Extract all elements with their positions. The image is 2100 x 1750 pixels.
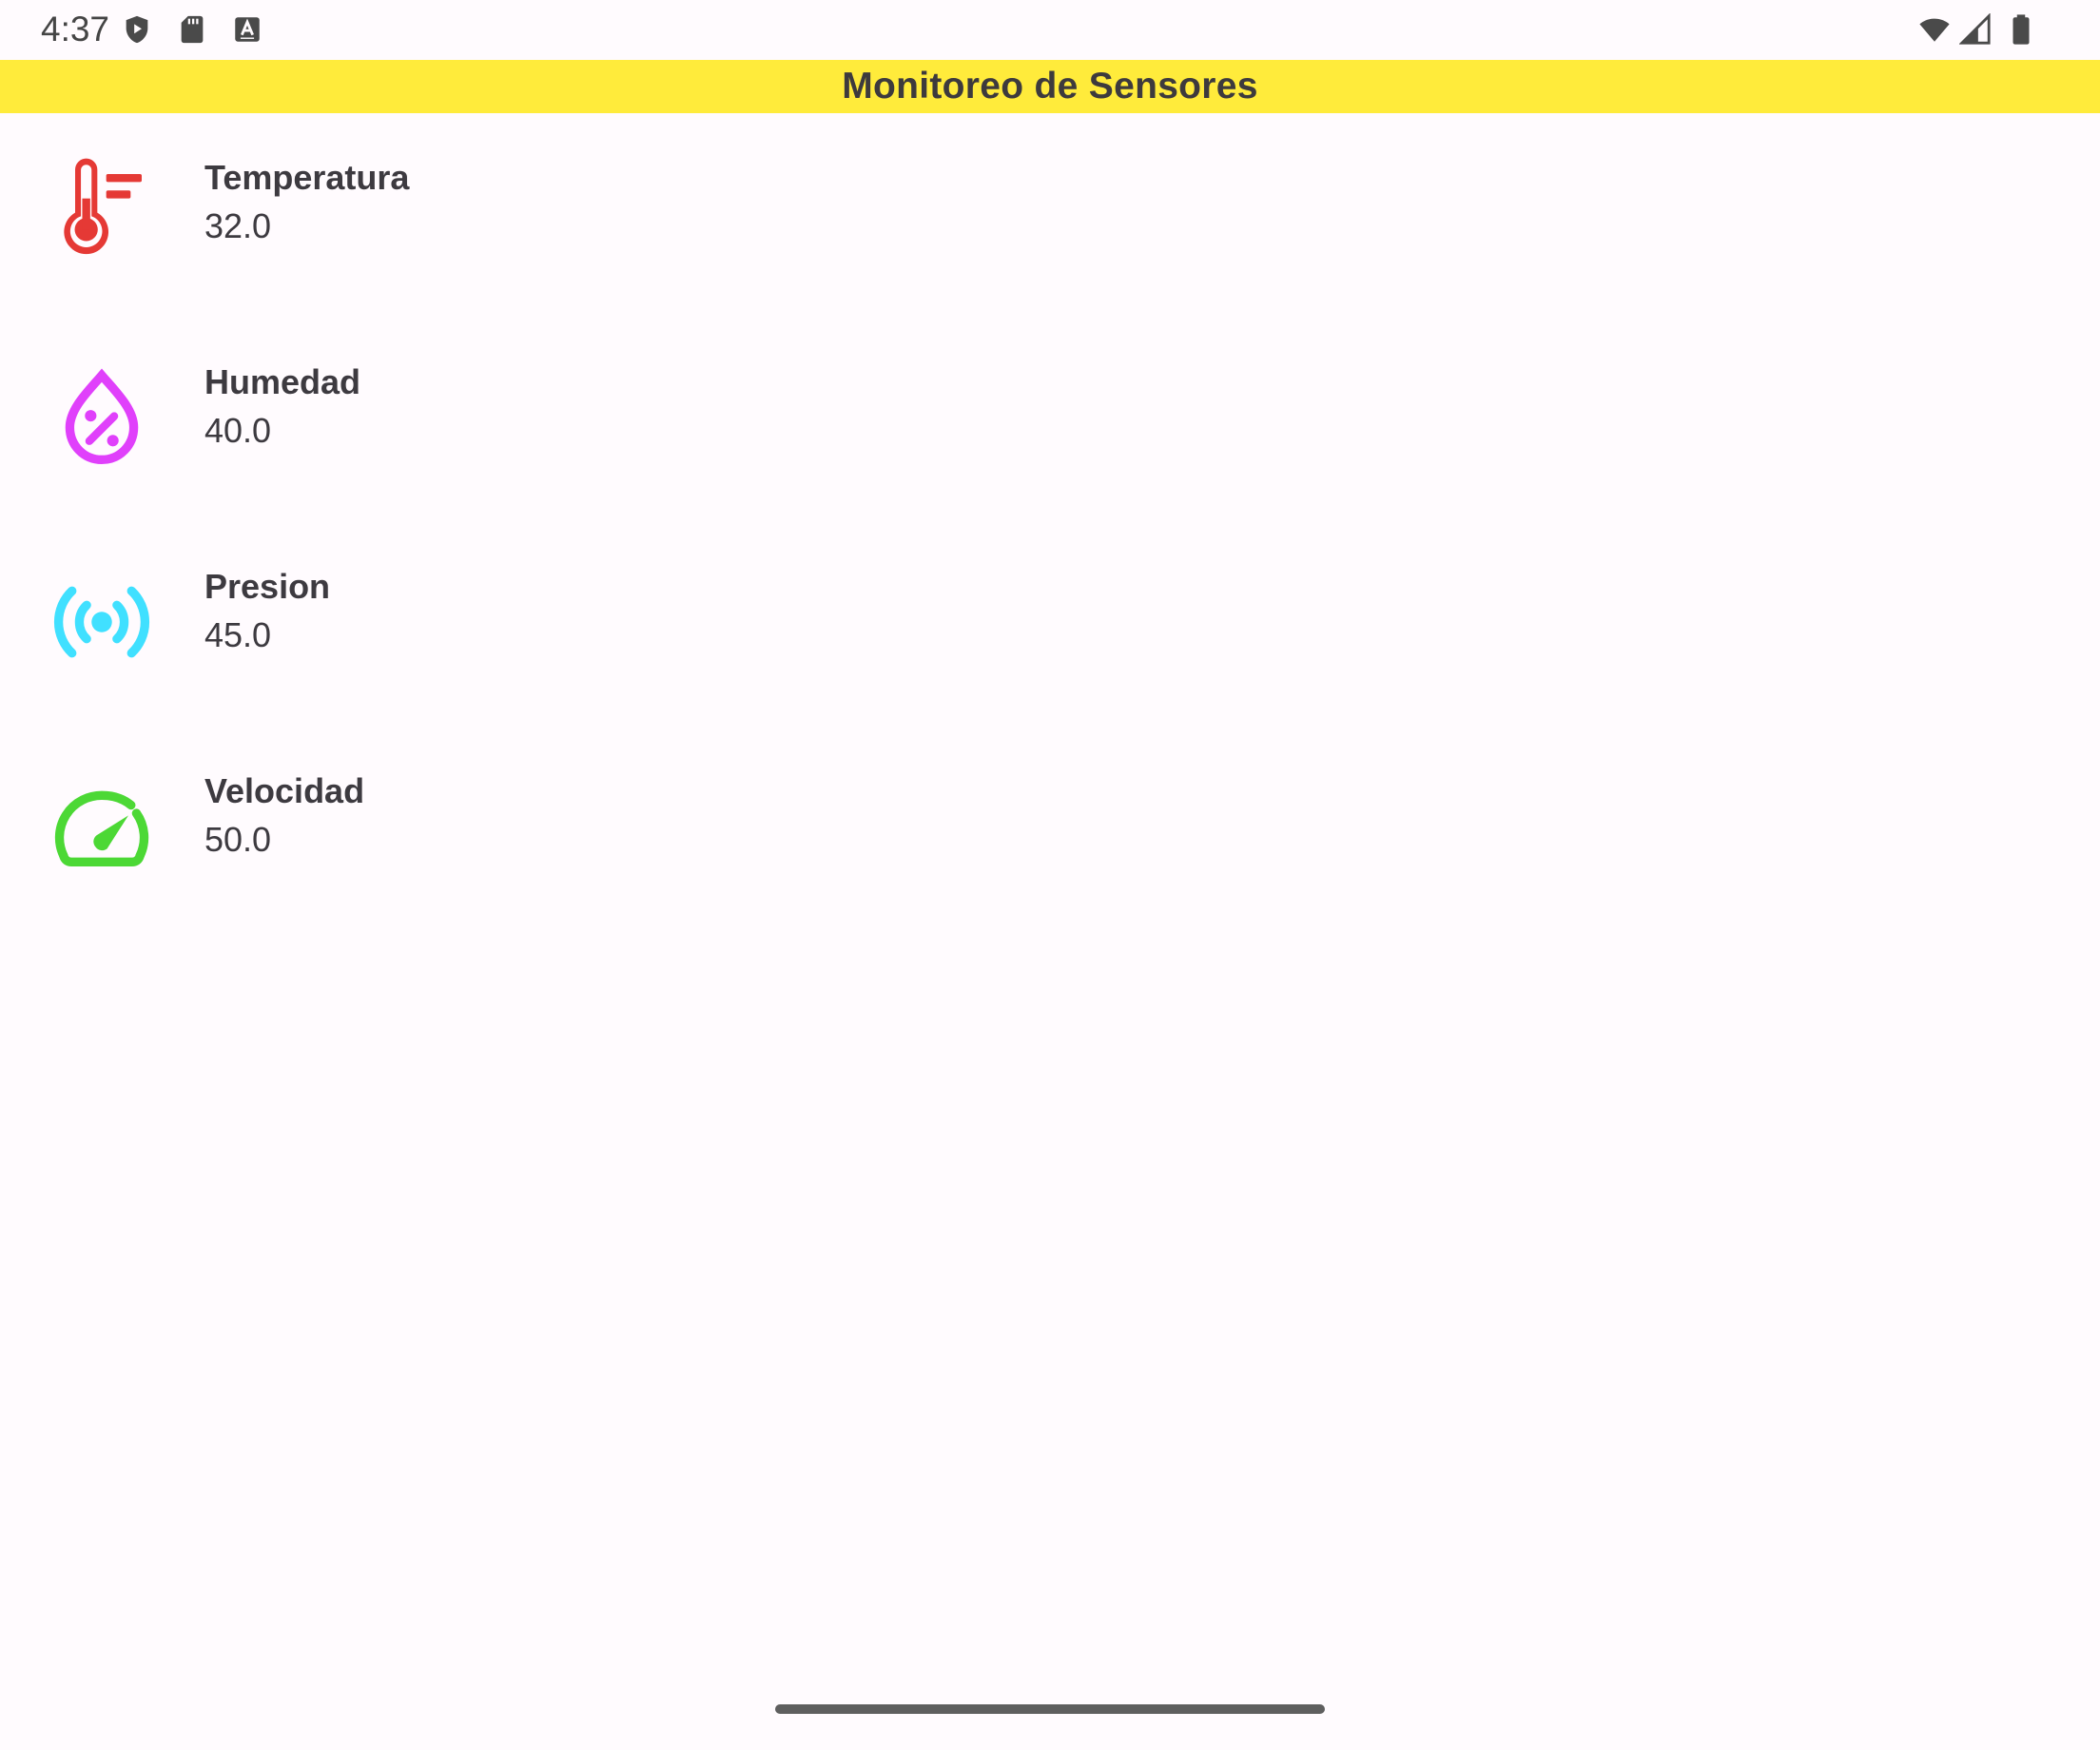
sensor-text: Velocidad 50.0 bbox=[204, 768, 364, 865]
sensor-name: Humedad bbox=[204, 362, 361, 401]
sensors-icon bbox=[53, 586, 150, 658]
wifi-icon bbox=[1919, 18, 1950, 42]
sensor-value: 32.0 bbox=[204, 206, 272, 245]
speed-icon bbox=[54, 790, 149, 866]
sensor-text: Humedad 40.0 bbox=[204, 359, 360, 456]
status-time: 4:37 bbox=[41, 10, 110, 49]
sensor-text: Presion 45.0 bbox=[204, 563, 330, 660]
sensor-name: Presion bbox=[204, 567, 331, 606]
sensor-item-humedad[interactable]: Humedad 40.0 bbox=[0, 359, 2100, 563]
sensor-value: 45.0 bbox=[204, 615, 272, 654]
home-gesture-handle[interactable] bbox=[775, 1704, 1325, 1714]
sensor-name: Velocidad bbox=[204, 771, 365, 810]
sensor-name: Temperatura bbox=[204, 158, 410, 197]
play-protect-icon bbox=[126, 15, 148, 44]
keyboard-a-icon bbox=[235, 17, 260, 42]
thermometer-icon bbox=[64, 158, 142, 255]
status-bar: 4:37 bbox=[0, 0, 2100, 60]
humidity-percent-icon bbox=[65, 368, 139, 465]
cell-signal-icon bbox=[1959, 13, 1991, 45]
sensor-value: 40.0 bbox=[204, 411, 272, 450]
app-bar: Monitoreo de Sensores bbox=[0, 60, 2100, 113]
sensor-text: Temperatura 32.0 bbox=[204, 154, 409, 251]
sd-card-icon bbox=[181, 15, 204, 44]
app-title: Monitoreo de Sensores bbox=[842, 66, 1258, 107]
sensor-item-presion[interactable]: Presion 45.0 bbox=[0, 563, 2100, 768]
battery-icon bbox=[2012, 14, 2030, 45]
sensor-item-velocidad[interactable]: Velocidad 50.0 bbox=[0, 768, 2100, 972]
sensor-value: 50.0 bbox=[204, 820, 272, 859]
sensor-item-temperatura[interactable]: Temperatura 32.0 bbox=[0, 154, 2100, 359]
